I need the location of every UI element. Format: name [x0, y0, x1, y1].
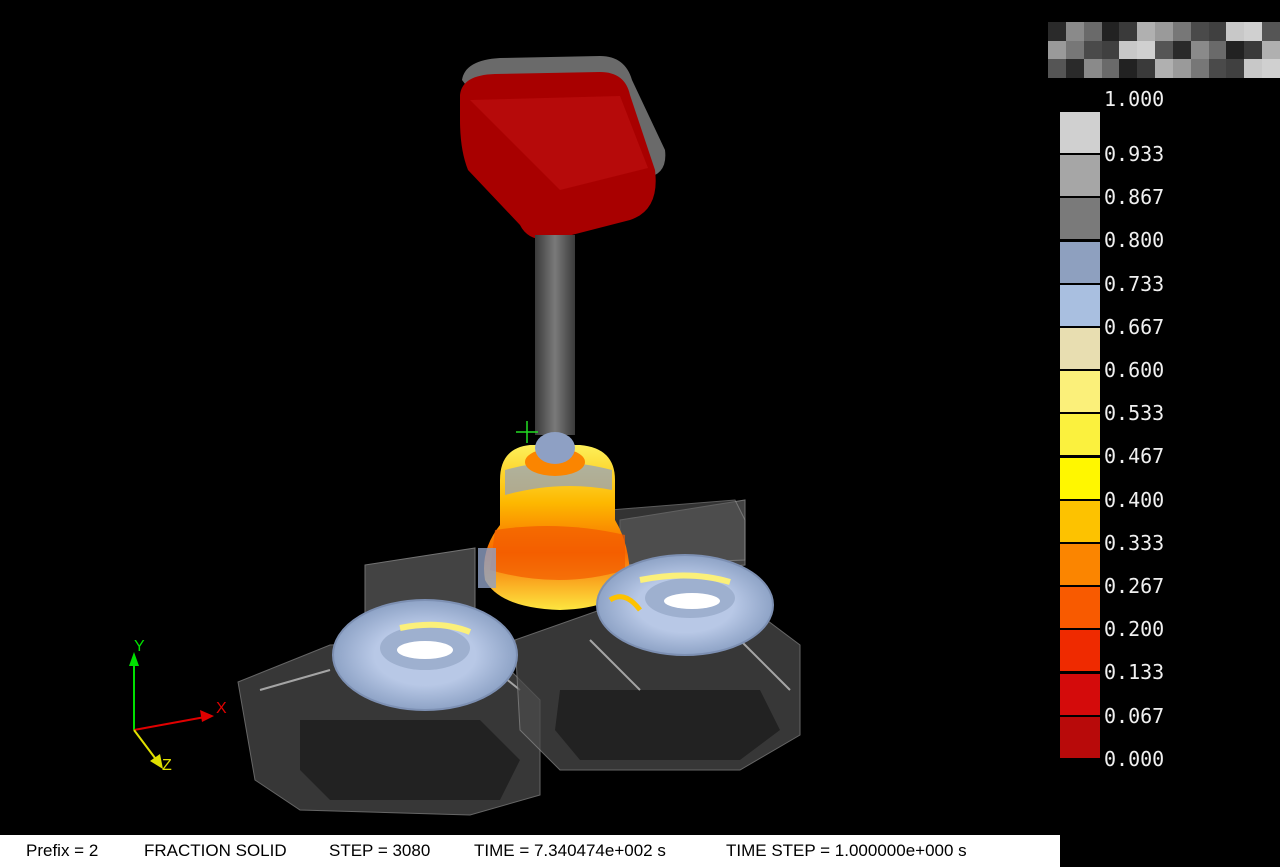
axis-label-y: Y — [134, 638, 145, 655]
pixel-block — [1244, 22, 1263, 41]
legend-row: 0.600 — [1060, 328, 1260, 381]
pixel-block — [1190, 40, 1209, 60]
legend-row: 0.333 — [1060, 500, 1260, 554]
legend-swatch — [1060, 544, 1100, 585]
legend-label: 0.000 — [1104, 746, 1165, 771]
pixel-block — [1137, 22, 1156, 41]
legend-row: 0.467 — [1060, 414, 1260, 467]
legend-swatch — [1060, 328, 1100, 369]
pixel-block — [1083, 59, 1102, 78]
pixel-block — [1262, 59, 1280, 78]
pixel-block — [1083, 40, 1102, 60]
legend-row: 0.133 — [1060, 630, 1260, 683]
pixel-block — [1137, 59, 1156, 78]
pixel-block — [1208, 40, 1227, 60]
legend-swatch — [1060, 457, 1100, 499]
legend-swatch — [1060, 716, 1100, 758]
legend-row: 0.200 — [1060, 587, 1260, 640]
legend-row: 0.067 — [1060, 673, 1260, 727]
legend-row: 0.933 — [1060, 112, 1260, 165]
3d-viewport[interactable]: Y X Z 1.000 0.933 0.867 0.800 0.733 0.667 0.6… — [0, 0, 1280, 835]
legend-row: 0.533 — [1060, 371, 1260, 424]
legend-swatch — [1060, 414, 1100, 456]
pixel-block — [1119, 59, 1138, 78]
status-step: STEP = 3080 — [329, 841, 431, 860]
legend-title-pixelated — [1048, 22, 1280, 78]
legend-swatch — [1060, 630, 1100, 672]
status-prefix: Prefix = 2 — [26, 841, 99, 860]
legend-row: 0.867 — [1060, 155, 1260, 208]
axis-label-x: X — [216, 700, 227, 717]
status-variable: FRACTION SOLID — [144, 841, 287, 860]
legend-row: 0.800 — [1060, 198, 1260, 251]
pixel-block — [1101, 22, 1120, 41]
pixel-block — [1155, 59, 1173, 78]
pixel-block — [1190, 59, 1209, 78]
legend-swatch — [1060, 112, 1100, 153]
legend-swatch — [1060, 241, 1100, 283]
legend-swatch — [1060, 198, 1100, 240]
legend-row: 0.733 — [1060, 241, 1260, 295]
pixel-block — [1065, 22, 1084, 41]
pixel-block — [1226, 22, 1245, 41]
pixel-block — [1172, 22, 1191, 41]
pixel-block — [1065, 40, 1084, 60]
pouring-cup — [460, 56, 666, 240]
legend-swatch — [1060, 371, 1100, 413]
status-bar-spacer — [1060, 835, 1280, 867]
status-time: TIME = 7.340474e+002 s — [474, 841, 666, 860]
legend-row: 0.267 — [1060, 544, 1260, 597]
pixel-block — [1048, 22, 1066, 41]
pixel-block — [1065, 59, 1084, 78]
legend-row: 0.667 — [1060, 284, 1260, 338]
pixel-block — [1172, 59, 1191, 78]
pixel-block — [1208, 22, 1227, 41]
pixel-block — [1244, 40, 1263, 60]
legend-swatch — [1060, 284, 1100, 326]
status-bar: Prefix = 2 FRACTION SOLID STEP = 3080 TI… — [0, 835, 1060, 867]
pixel-block — [1101, 40, 1120, 60]
pixel-block — [1226, 40, 1245, 60]
pixel-block — [1155, 40, 1173, 60]
casting-ring-left — [332, 599, 518, 711]
legend-swatch — [1060, 500, 1100, 542]
status-time-step: TIME STEP = 1.000000e+000 s — [726, 841, 967, 860]
pixel-block — [1172, 40, 1191, 60]
legend-swatch — [1060, 587, 1100, 629]
legend-swatch — [1060, 155, 1100, 197]
pixel-block — [1226, 59, 1245, 78]
pixel-block — [1101, 59, 1120, 78]
crosshair-icon — [516, 421, 538, 443]
sprue — [535, 235, 575, 435]
legend-max-label: 1.000 — [1104, 87, 1165, 111]
pixel-block — [1244, 59, 1263, 78]
axis-label-z: Z — [162, 757, 172, 774]
pixel-block — [1155, 22, 1173, 41]
axis-triad — [129, 652, 214, 769]
pixel-block — [1208, 59, 1227, 78]
casting-ring-right — [596, 554, 774, 656]
pixel-block — [1083, 22, 1102, 41]
pixel-block — [1119, 22, 1138, 41]
pixel-block — [1119, 40, 1138, 60]
pixel-block — [1262, 40, 1280, 60]
legend-swatch — [1060, 673, 1100, 715]
legend-row: 0.000 — [1060, 716, 1260, 770]
legend-row: 0.400 — [1060, 457, 1260, 511]
pixel-block — [1262, 22, 1280, 41]
pixel-block — [1048, 59, 1066, 78]
pixel-block — [1048, 40, 1066, 60]
pixel-block — [1137, 40, 1156, 60]
pixel-block — [1190, 22, 1209, 41]
